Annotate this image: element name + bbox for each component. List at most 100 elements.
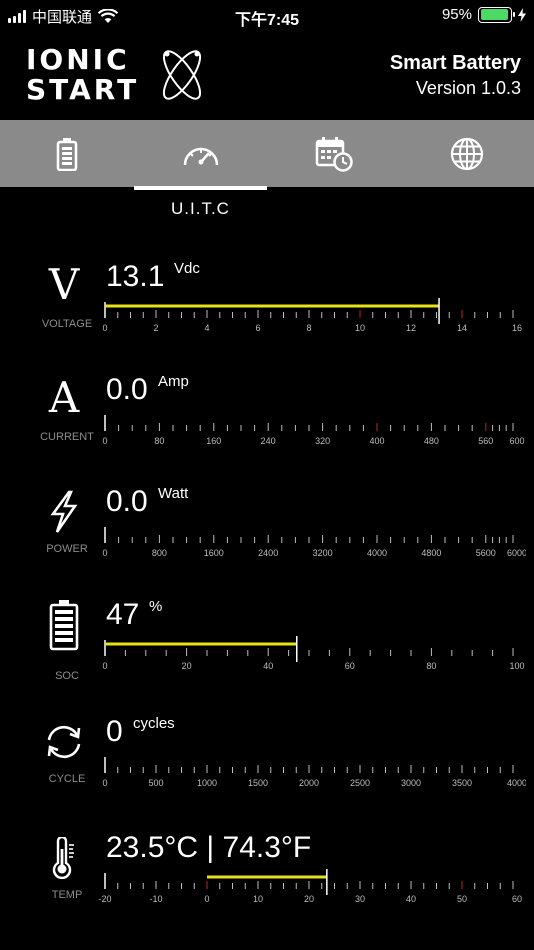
tick-label: 0 [204,894,209,904]
tick-label: 500 [148,778,163,788]
tick-label: 60 [512,894,522,904]
tick-label: 2500 [350,778,370,788]
meter-scale: 0 20 40 60 80 100 [102,636,525,671]
tick-label: 3500 [452,778,472,788]
tick-label: 3200 [313,548,333,558]
tick-label: 12 [406,323,416,333]
tick-label: 8 [306,323,311,333]
status-right: 95% [442,6,526,23]
meter-scale: 0 80 160 240 320 400 480 560 600 [102,415,525,446]
app-version: Version 1.0.3 [415,78,521,98]
meter-temp: TEMP 23.5°C | 74.3°F -20 -10 0 10 20 30 40 50 60 [0,833,534,943]
tick-label: 60 [345,661,355,671]
meter-cycle: CYCLE 0 cycles 0 500 1000 1500 2000 2500 3000 3500… [0,715,534,827]
logo-line1: IONIC [26,43,130,76]
tab-globe[interactable] [400,120,534,187]
meter-unit: Watt [158,485,189,502]
meter-current: A CURRENT 0.0 Amp 0 80 160 240 320 400 480 560 600 [0,373,534,485]
meter-symbol: A [48,373,80,422]
tick-label: 320 [315,436,330,446]
meter-scale: 0 800 1600 2400 3200 4000 4800 5600 6000 [102,527,526,558]
current-icon: A [34,373,94,423]
tick-label: 600 [509,436,524,446]
tick-label: 0 [102,548,107,558]
tick-label: 480 [424,436,439,446]
tick-label: 1500 [248,778,268,788]
tick-label: 0 [102,436,107,446]
meter-scale: 0 2 4 6 8 10 12 14 16 [102,298,522,333]
tick-label: 5600 [476,548,496,558]
tab-bar [0,120,534,187]
tick-label: 4000 [367,548,387,558]
meter-soc: SOC 47% 0 20 40 60 80 100 [0,598,534,710]
meter-unit: Vdc [174,260,200,277]
tick-label: 400 [369,436,384,446]
active-tab-label: U.I.T.C [171,199,230,218]
battery-level-icon [34,600,94,651]
tick-label: 1000 [197,778,217,788]
lightning-icon [34,487,94,537]
tick-label: 80 [426,661,436,671]
meter-symbol: V [48,260,80,309]
tab-uitc[interactable] [134,120,268,187]
meter-unit: Amp [158,373,189,390]
tick-label: 80 [154,436,164,446]
tick-label: 40 [263,661,273,671]
app-title: Smart Battery [389,52,521,74]
tick-label: 2400 [258,548,278,558]
tick-label: 4800 [421,548,441,558]
tick-label: 560 [478,436,493,446]
tick-label: 3000 [401,778,421,788]
tick-label: 10 [253,894,263,904]
meter-unit: cycles [133,715,175,732]
tick-label: 100 [509,661,524,671]
tick-label: 0 [102,661,107,671]
meter-value: 0.0 [106,373,148,406]
meter-value: 0 [106,715,123,748]
tick-label: -20 [98,894,111,904]
ionic-start-logo: IONIC START [26,44,216,106]
logo-line2: START [26,73,140,106]
tick-label: 4000 [507,778,526,788]
battery-percent: 95% [441,6,472,23]
tab-schedule[interactable] [267,120,401,187]
tick-label: 50 [457,894,467,904]
active-tab-indicator [134,186,267,190]
tick-label: 2 [153,323,158,333]
tab-battery[interactable] [0,120,134,187]
tick-label: 0 [102,323,107,333]
globe-icon [450,137,484,170]
app-header: IONIC START Smart Battery Version 1.0.3 [0,30,534,120]
meter-scale: 0 500 1000 1500 2000 2500 3000 3500 4000 [102,757,526,788]
meter-value: 13.1 [106,260,165,293]
tick-label: 6000 [507,548,526,558]
tick-label: 2000 [299,778,319,788]
tick-label: 6 [255,323,260,333]
meter-voltage: V VOLTAGE 13.1 Vdc 0 2 4 6 8 10 12 14 16 [0,260,534,372]
meter-power: POWER 0.0 Watt 0 800 1600 2400 3200 4000 4800 5600… [0,485,534,597]
logo-atom-icon [162,50,202,100]
tick-label: 20 [304,894,314,904]
meter-unit: % [149,598,163,615]
voltage-icon: V [34,260,94,310]
meter-value: 23.5°C | 74.3°F [106,831,312,864]
tick-label: -10 [149,894,162,904]
tick-label: 10 [355,323,365,333]
thermometer-icon [34,833,94,883]
charging-icon [518,7,526,22]
meter-value: 0.0 [106,485,148,518]
calendar-clock-icon [315,136,353,172]
tick-label: 20 [182,661,192,671]
tick-label: 240 [261,436,276,446]
status-battery-icon [478,6,515,23]
gauge-icon [183,147,219,165]
tick-label: 4 [204,323,209,333]
tick-label: 0 [102,778,107,788]
tick-label: 14 [457,323,467,333]
meter-scale: -20 -10 0 10 20 30 40 50 60 [98,869,522,904]
tick-label: 16 [512,323,522,333]
cycle-icon [34,717,94,767]
tick-label: 1600 [204,548,224,558]
tick-label: 800 [152,548,167,558]
battery-icon [56,137,78,171]
